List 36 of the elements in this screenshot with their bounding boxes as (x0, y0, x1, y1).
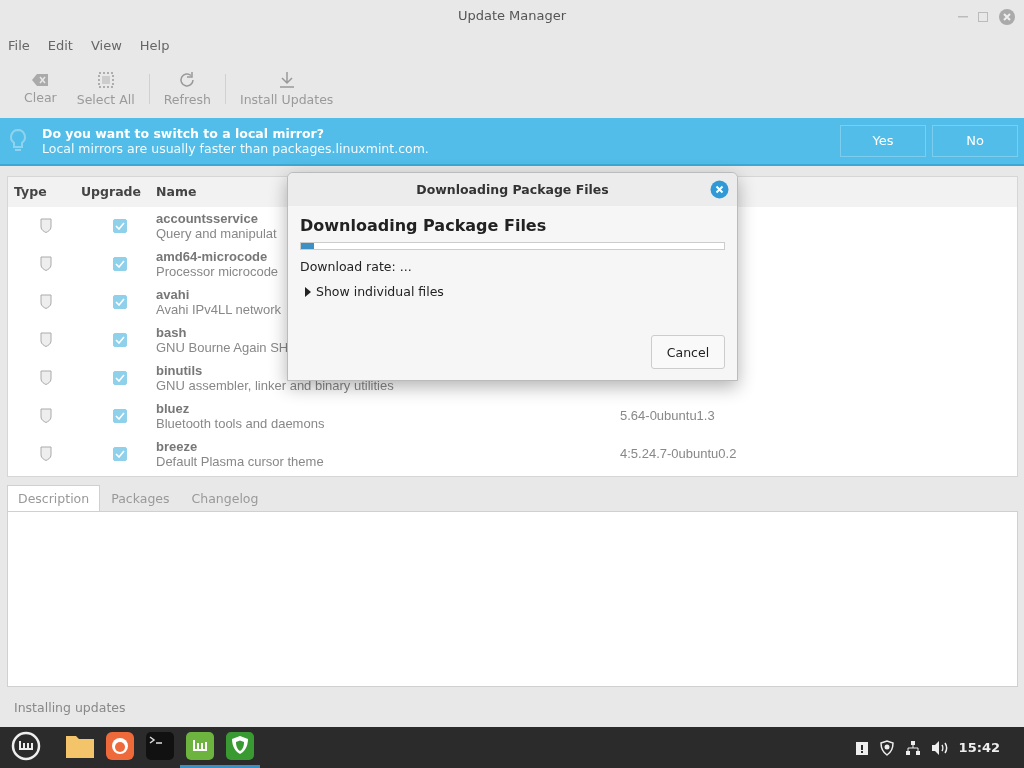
package-description: Avahi IPv4LL network (156, 301, 282, 317)
package-description: Query and manipulat (156, 225, 277, 241)
column-header[interactable]: Name (156, 184, 197, 200)
package-name: bluez (156, 400, 190, 416)
window-title: Update Manager (457, 8, 567, 24)
package-name: binutils (156, 362, 203, 378)
column-header[interactable]: Type (14, 184, 47, 200)
package-description: GNU Bourne Again SH (156, 339, 289, 355)
menu-item[interactable]: View (90, 38, 122, 54)
column-header[interactable]: Upgrade (80, 184, 142, 200)
package-description: Bluetooth tools and daemons (156, 415, 325, 431)
package-name: breeze (156, 438, 198, 454)
info-title: Do you want to switch to a local mirror? (42, 125, 326, 141)
download-rate: Download rate: ... (300, 259, 413, 274)
package-description: Processor microcode (156, 263, 279, 279)
package-description: Default Plasma cursor theme (156, 453, 324, 469)
package-version: 5.64-0ubuntu1.3 (620, 408, 715, 424)
package-description: GNU assembler, linker and binary utilities (156, 377, 394, 393)
dialog-heading: Downloading Package Files (300, 216, 548, 235)
menu-item[interactable]: Help (139, 38, 170, 54)
package-name: bash (156, 324, 187, 340)
clock[interactable]: 15:42 (958, 740, 1000, 755)
tab[interactable]: Changelog (180, 485, 270, 512)
tab[interactable]: Packages (100, 485, 181, 512)
package-name: accountsservice (156, 210, 258, 226)
info-text: Local mirrors are usually faster than packages.linuxmint.com. (42, 140, 430, 156)
cancel-button[interactable]: Cancel (651, 335, 725, 369)
menu-item[interactable]: Edit (47, 38, 73, 54)
package-name: avahi (156, 286, 190, 302)
menu-item[interactable]: File (8, 38, 30, 54)
status-text: Installing updates (14, 699, 126, 715)
dialog-title: Downloading Package Files (416, 182, 609, 197)
tab[interactable]: Description (7, 485, 101, 512)
package-name: amd64-microcode (156, 248, 268, 264)
package-version: 4:5.24.7-0ubuntu0.2 (620, 446, 737, 462)
expander[interactable]: Show individual files (300, 284, 444, 299)
